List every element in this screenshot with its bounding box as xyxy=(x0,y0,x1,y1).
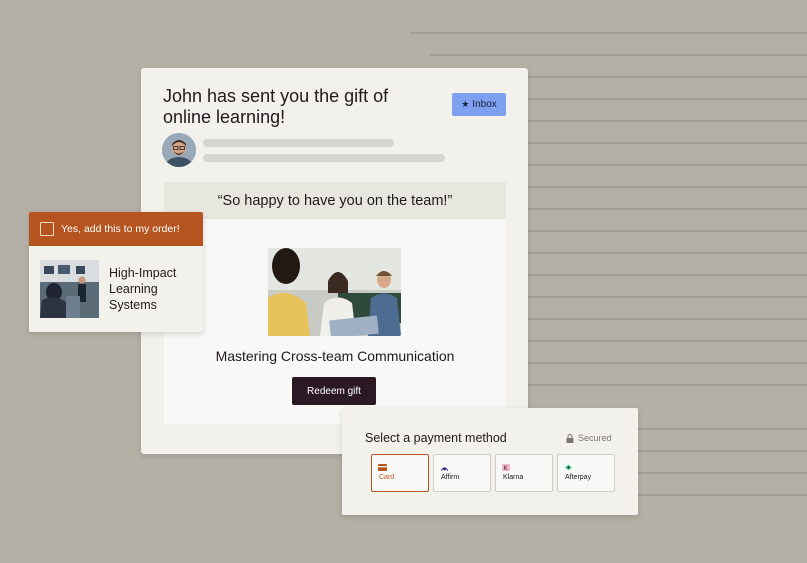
email-title: John has sent you the gift of online lea… xyxy=(163,86,389,127)
payment-title: Select a payment method xyxy=(365,431,507,445)
payment-method-card: Select a payment method Secured Card Aff… xyxy=(342,408,638,515)
sender-detail-placeholder xyxy=(203,154,445,162)
card-icon xyxy=(378,464,387,471)
afterpay-icon xyxy=(565,464,572,471)
gift-message: “So happy to have you on the team!” xyxy=(164,182,506,219)
payment-option-label: Card xyxy=(379,474,395,481)
course-title: Mastering Cross-team Communication xyxy=(215,348,455,364)
lock-icon xyxy=(566,433,574,443)
sender-name-placeholder xyxy=(203,139,394,147)
inbox-label: Inbox xyxy=(472,99,497,110)
payment-option-label: Afterpay xyxy=(565,474,592,481)
affirm-icon xyxy=(440,467,449,471)
svg-text:K: K xyxy=(504,466,508,471)
secured-label: Secured xyxy=(578,433,612,443)
payment-option-card[interactable]: Card xyxy=(371,454,429,492)
upsell-course-title: High-Impact Learning Systems xyxy=(109,266,177,312)
secured-indicator: Secured xyxy=(566,433,612,443)
payment-option-label: Affirm xyxy=(441,474,460,481)
redeem-gift-button[interactable]: Redeem gift xyxy=(292,377,376,405)
upsell-card: Yes, add this to my order! High-Impact L… xyxy=(29,212,203,332)
payment-option-label: Klarna xyxy=(503,474,524,481)
course-photo xyxy=(268,248,401,336)
payment-option-affirm[interactable]: Affirm xyxy=(433,454,491,492)
inbox-badge[interactable]: ★ Inbox xyxy=(452,93,506,116)
upsell-course-thumbnail xyxy=(40,260,99,318)
klarna-icon: K xyxy=(502,464,510,471)
upsell-header[interactable]: Yes, add this to my order! xyxy=(29,212,203,246)
star-icon: ★ xyxy=(461,99,470,109)
add-to-order-label: Yes, add this to my order! xyxy=(61,223,180,235)
email-body: “So happy to have you on the team!” Mast… xyxy=(164,182,506,424)
payment-option-klarna[interactable]: K Klarna xyxy=(495,454,553,492)
add-to-order-checkbox[interactable] xyxy=(40,222,54,236)
payment-option-afterpay[interactable]: Afterpay xyxy=(557,454,615,492)
sender-avatar xyxy=(162,133,196,167)
